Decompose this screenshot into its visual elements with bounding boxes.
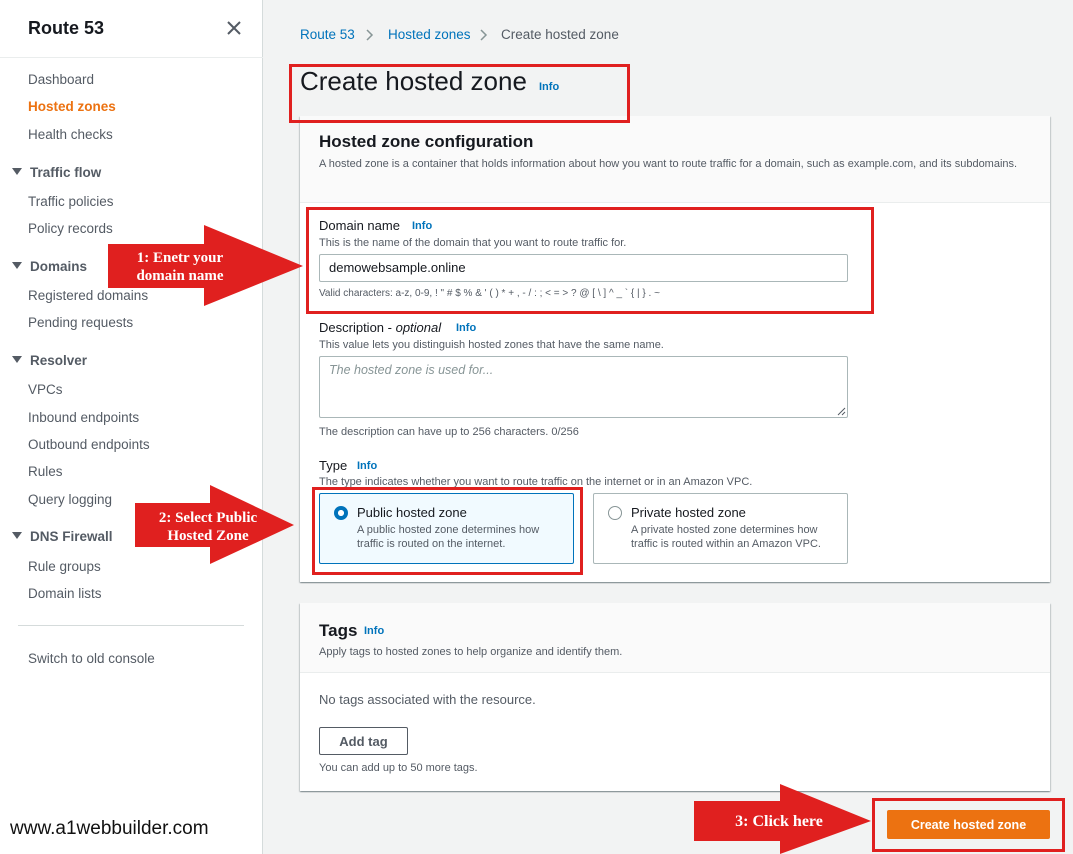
sidebar-title[interactable]: Route 53 [28,18,104,39]
private-option-description: A private hosted zone determines how tra… [631,524,821,550]
type-label: Type [319,458,348,473]
side-navigation: Route 53 Dashboard Hosted zones Health c… [0,0,263,854]
caret-down-icon [12,262,22,269]
optional-text: optional [395,320,442,335]
description-textarea[interactable] [319,356,848,418]
breadcrumb-hosted-zones[interactable]: Hosted zones [388,27,471,42]
step-3-annotation: 3: Click here [735,813,823,830]
sidebar-section-label: Domains [30,259,88,274]
sidebar-section-resolver[interactable]: Resolver [12,353,87,368]
caret-down-icon [12,356,22,363]
sidebar-divider [18,625,244,626]
sidebar-section-domains[interactable]: Domains [12,259,87,274]
breadcrumb-current: Create hosted zone [501,27,619,42]
close-icon[interactable] [224,18,244,38]
sidebar-section-dns-firewall[interactable]: DNS Firewall [12,529,113,544]
create-button-highlight-box [872,798,1065,852]
sidebar-item-health-checks[interactable]: Health checks [28,127,113,142]
add-tag-button[interactable]: Add tag [319,727,408,755]
description-label: Description - optional [319,320,442,335]
description-constraint: The description can have up to 256 chara… [319,426,579,438]
sidebar-divider [0,57,263,58]
sidebar-item-rule-groups[interactable]: Rule groups [28,559,101,574]
sidebar-section-traffic-flow[interactable]: Traffic flow [12,165,101,180]
sidebar-item-policy-records[interactable]: Policy records [28,221,113,236]
panel-header [300,603,1050,673]
step-1-line-1: 1: Enetr your [136,250,224,266]
step-2-annotation: 2: Select Public Hosted Zone [137,509,279,545]
step-1-annotation: 1: Enetr your domain name [113,249,247,285]
step-2-line-1: 2: Select Public [158,510,258,526]
tags-description: Apply tags to hosted zones to help organ… [319,646,623,658]
resize-handle-icon[interactable] [836,406,846,416]
config-panel-description: A hosted zone is a container that holds … [319,158,1018,170]
sidebar-item-rules[interactable]: Rules [28,464,63,479]
config-panel-title: Hosted zone configuration [319,132,534,151]
sidebar-item-query-logging[interactable]: Query logging [28,492,112,507]
sidebar-item-traffic-policies[interactable]: Traffic policies [28,194,114,209]
sidebar-section-label: DNS Firewall [30,529,113,544]
radio-unselected-icon[interactable] [608,506,622,520]
sidebar-item-hosted-zones[interactable]: Hosted zones [28,99,116,114]
tags-limit-text: You can add up to 50 more tags. [319,762,478,774]
sidebar-item-switch-console[interactable]: Switch to old console [28,651,155,666]
breadcrumb-route53[interactable]: Route 53 [300,27,355,42]
type-info-link[interactable]: Info [357,460,377,472]
no-tags-text: No tags associated with the resource. [319,692,536,707]
sidebar-section-label: Traffic flow [30,165,102,180]
chevron-right-icon [480,29,488,41]
sidebar-item-pending-requests[interactable]: Pending requests [28,315,133,330]
public-zone-highlight-box [312,487,583,575]
private-hosted-zone-option[interactable]: Private hosted zone A private hosted zon… [593,493,848,564]
description-hint: This value lets you distinguish hosted z… [319,339,664,351]
tags-info-link[interactable]: Info [364,625,384,637]
watermark-text: www.a1webbuilder.com [10,818,209,839]
sidebar-item-outbound-endpoints[interactable]: Outbound endpoints [28,437,150,452]
sidebar-section-label: Resolver [30,353,88,368]
step-1-line-2: domain name [136,268,224,284]
title-highlight-box [289,64,630,123]
chevron-right-icon [366,29,374,41]
step-2-line-2: Hosted Zone [167,528,249,544]
domain-highlight-box [306,207,874,314]
description-label-text: Description [319,320,385,335]
sidebar-item-domain-lists[interactable]: Domain lists [28,586,102,601]
caret-down-icon [12,532,22,539]
sidebar-item-vpcs[interactable]: VPCs [28,382,63,397]
caret-down-icon [12,168,22,175]
private-option-title: Private hosted zone [631,505,746,520]
sidebar-item-dashboard[interactable]: Dashboard [28,72,94,87]
sidebar-item-inbound-endpoints[interactable]: Inbound endpoints [28,410,139,425]
description-info-link[interactable]: Info [456,322,476,334]
tags-panel-title: Tags [319,621,358,640]
